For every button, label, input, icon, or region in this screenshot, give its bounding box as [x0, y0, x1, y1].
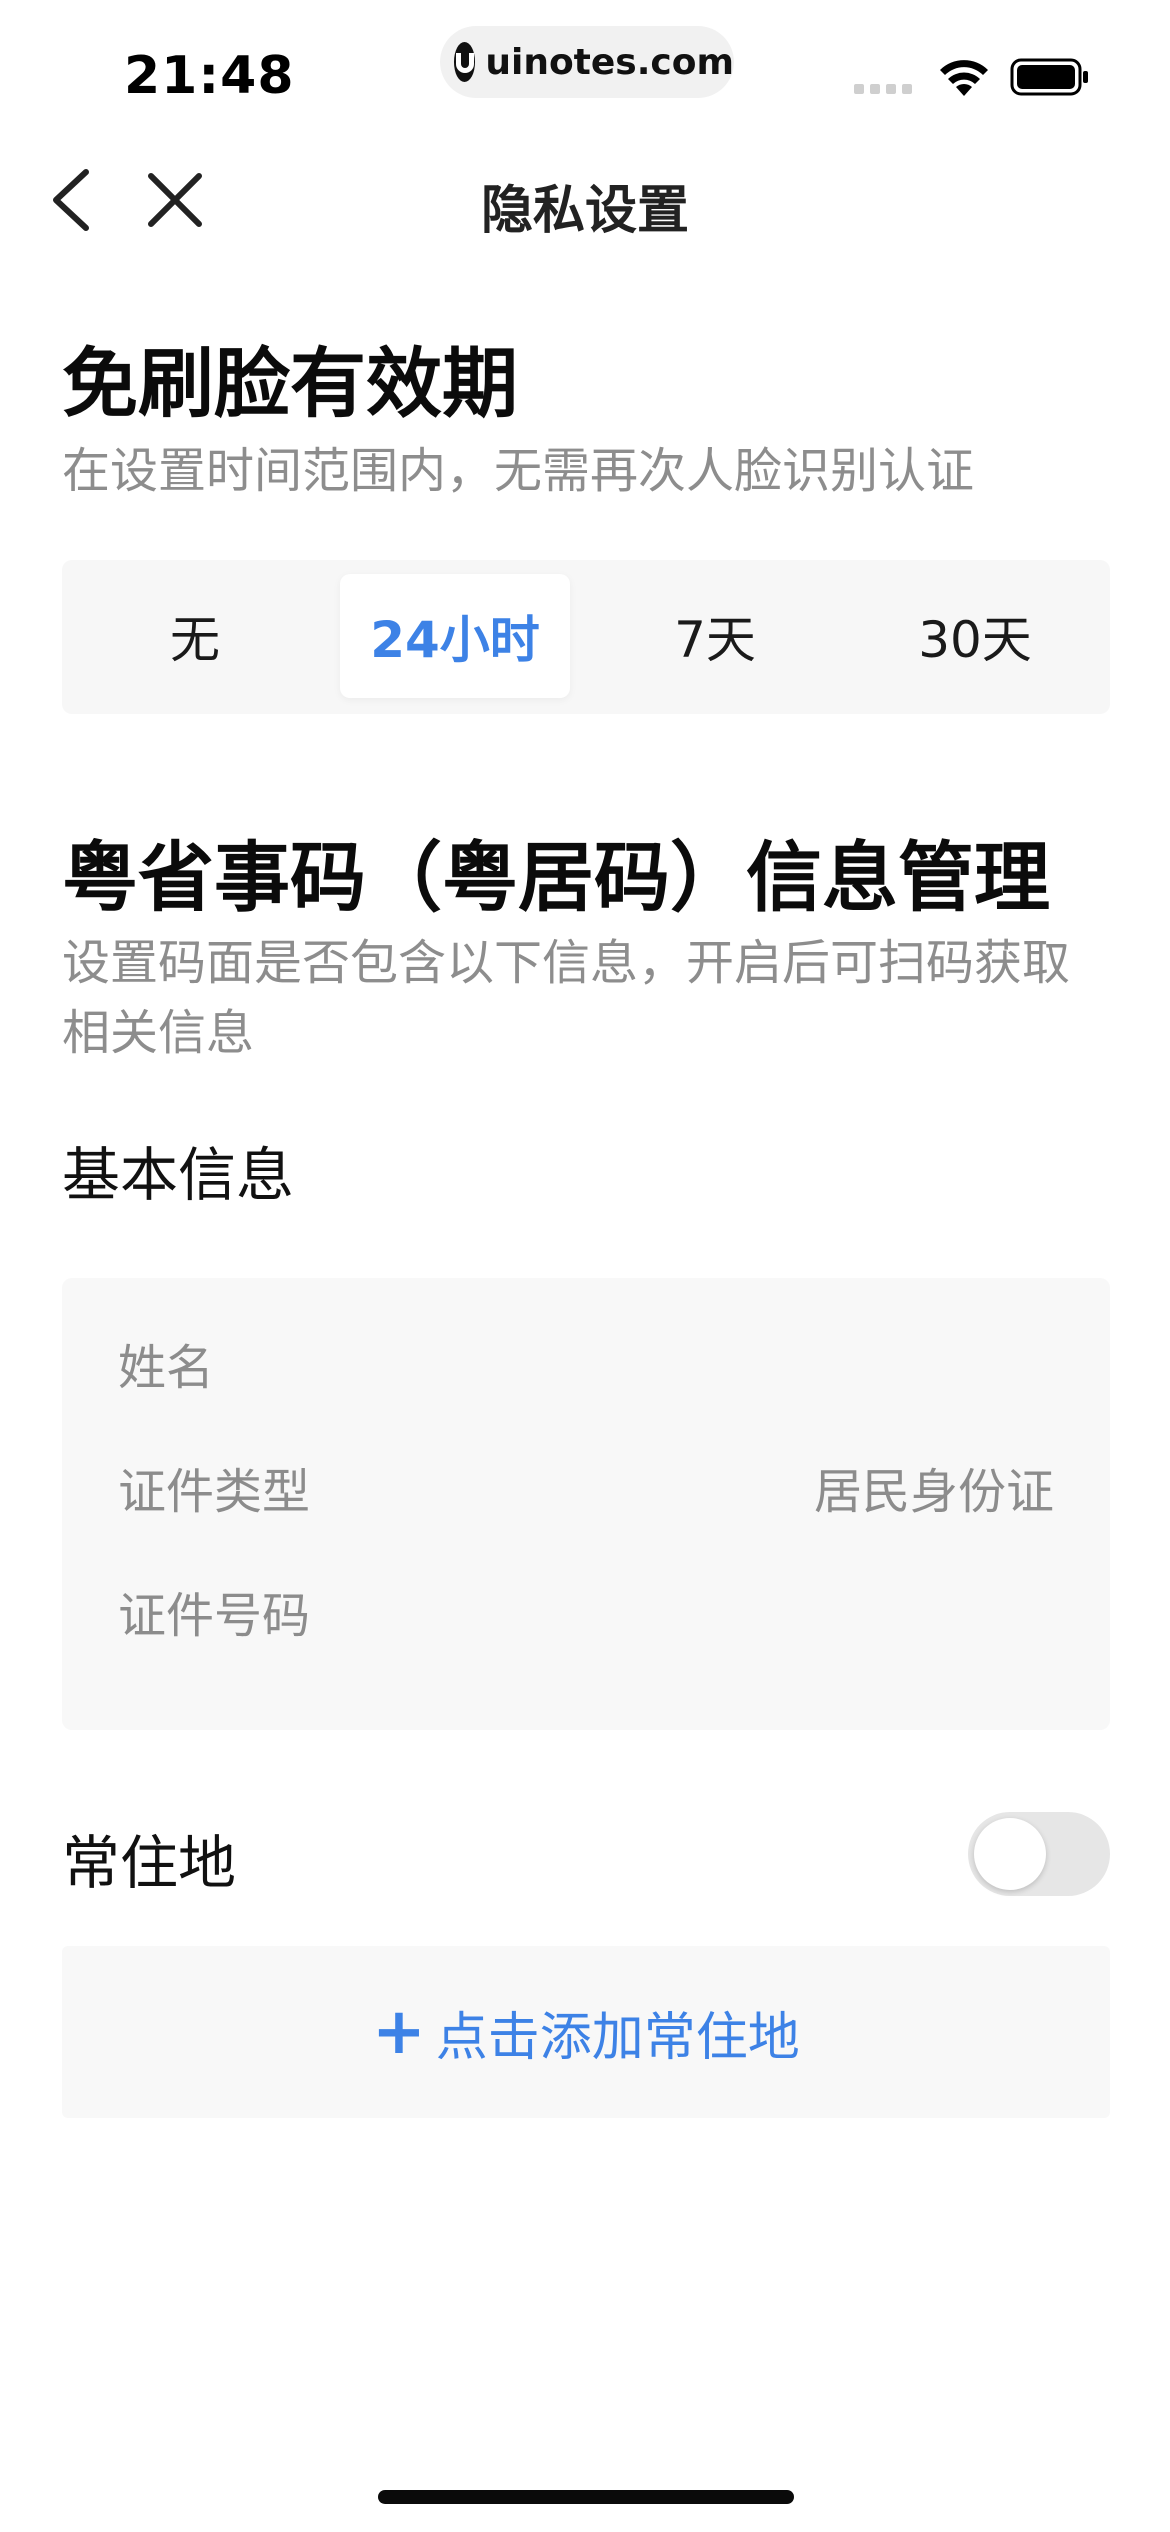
status-time: 21:48: [124, 46, 295, 106]
code-info-title: 粤省事码（粤居码）信息管理: [62, 833, 1050, 922]
validity-option-none[interactable]: 无: [80, 574, 310, 698]
url-text: uinotes.com: [485, 41, 734, 83]
plus-icon: +: [372, 1995, 426, 2069]
page-title: 隐私设置: [480, 181, 689, 241]
validity-option-30d[interactable]: 30天: [860, 574, 1090, 698]
status-bar: 21:48 uinotes.com: [0, 0, 1170, 150]
residence-toggle[interactable]: [968, 1812, 1110, 1896]
battery-icon: [1010, 58, 1088, 96]
info-row-id-number: 证件号码: [118, 1576, 1054, 1646]
add-residence-label: 点击添加常住地: [435, 2007, 800, 2068]
info-row-name: 姓名: [118, 1328, 1054, 1398]
home-indicator[interactable]: [378, 2490, 794, 2504]
basic-info-label: 基本信息: [62, 1141, 295, 1209]
code-info-description: 设置码面是否包含以下信息，开启后可扫码获取相关信息: [62, 935, 1071, 1061]
face-validity-title: 免刷脸有效期: [62, 339, 518, 428]
validity-option-7d[interactable]: 7天: [600, 574, 830, 698]
info-label: 姓名: [118, 1340, 215, 1396]
info-value: 居民身份证: [813, 1464, 1054, 1520]
nav-bar: 隐私设置: [0, 150, 1170, 250]
add-residence-button[interactable]: + 点击添加常住地: [62, 1946, 1110, 2118]
url-pill[interactable]: uinotes.com: [440, 26, 734, 98]
info-row-id-type: 证件类型 居民身份证: [118, 1452, 1054, 1522]
signal-icon: [854, 84, 912, 94]
basic-info-card: 姓名 证件类型 居民身份证 证件号码: [62, 1278, 1110, 1730]
info-label: 证件号码: [118, 1588, 311, 1644]
validity-segmented-control: 无 24小时 7天 30天: [62, 560, 1110, 714]
face-validity-description: 在设置时间范围内，无需再次人脸识别认证: [62, 443, 975, 499]
toggle-knob: [974, 1818, 1046, 1890]
info-label: 证件类型: [118, 1464, 311, 1520]
residence-label: 常住地: [62, 1829, 237, 1897]
site-logo-icon: [454, 42, 476, 82]
validity-option-24h[interactable]: 24小时: [340, 574, 570, 698]
wifi-icon: [940, 60, 988, 96]
